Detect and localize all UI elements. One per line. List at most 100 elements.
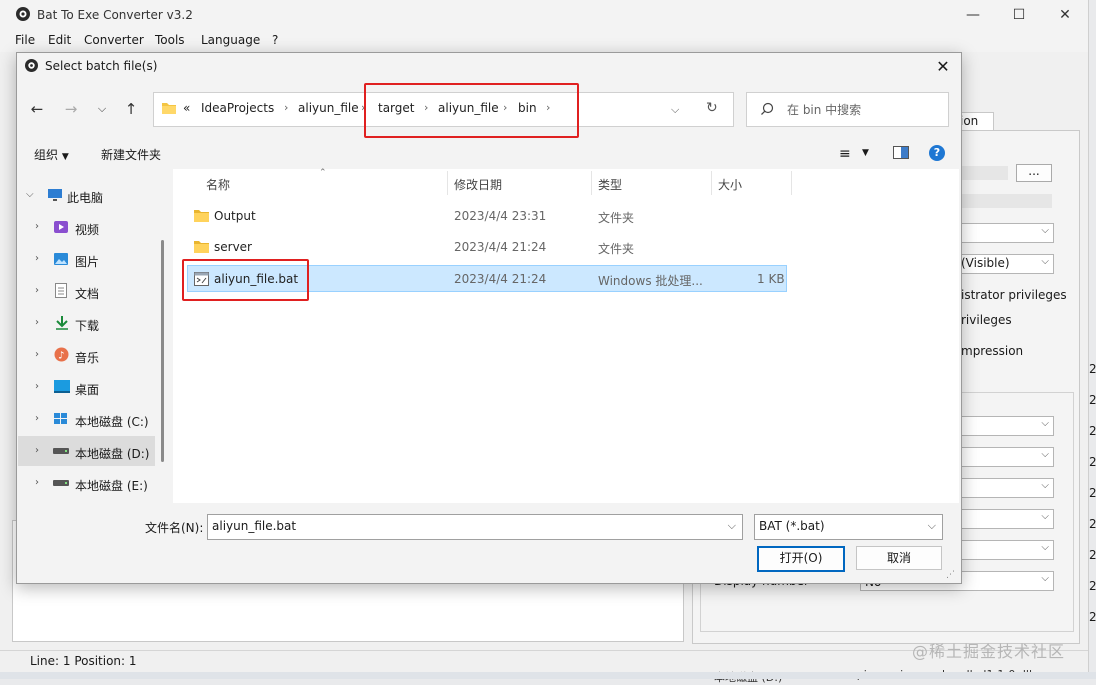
collapsed-chevron-icon[interactable]: › bbox=[35, 349, 39, 360]
open-button[interactable]: 打开(O) bbox=[757, 546, 845, 572]
menu-file[interactable]: File bbox=[15, 33, 35, 47]
collapsed-chevron-icon[interactable]: › bbox=[35, 253, 39, 264]
organize-menu[interactable]: 组织 ▼ bbox=[34, 146, 69, 163]
filetype-select[interactable]: BAT (*.bat) ⌵ bbox=[754, 514, 943, 540]
refresh-icon[interactable]: ↻ bbox=[706, 100, 718, 116]
column-divider[interactable] bbox=[791, 171, 792, 195]
filename-history-chevron-icon[interactable]: ⌵ bbox=[728, 519, 736, 533]
collapsed-chevron-icon[interactable]: › bbox=[35, 445, 39, 456]
app-title: Bat To Exe Converter v3.2 bbox=[37, 8, 193, 22]
file-row-server[interactable]: server 2023/4/4 21:24 文件夹 bbox=[187, 233, 787, 261]
collapsed-chevron-icon[interactable]: › bbox=[35, 285, 39, 296]
column-divider[interactable] bbox=[447, 171, 448, 195]
column-divider[interactable] bbox=[591, 171, 592, 195]
nav-label: 图片 bbox=[75, 255, 100, 269]
filename-input[interactable]: aliyun_file.bat ⌵ bbox=[207, 514, 743, 540]
nav-item-drive-e[interactable]: › 本地磁盘 (E:) bbox=[17, 469, 155, 499]
nav-label: 本地磁盘 (D:) bbox=[75, 447, 150, 461]
download-icon bbox=[55, 315, 69, 330]
expanded-chevron-icon[interactable]: ⌵ bbox=[26, 189, 34, 200]
breadcrumb-separator-icon[interactable]: › bbox=[284, 101, 288, 114]
nav-scrollbar[interactable] bbox=[161, 240, 164, 462]
menu-tools[interactable]: Tools bbox=[155, 33, 185, 47]
file-row-output[interactable]: Output 2023/4/4 23:31 文件夹 bbox=[187, 202, 787, 230]
collapsed-chevron-icon[interactable]: › bbox=[35, 221, 39, 232]
app-text-field[interactable] bbox=[956, 166, 1008, 180]
nav-label: 本地磁盘 (E:) bbox=[75, 479, 148, 493]
drive-c-icon bbox=[53, 412, 69, 426]
option-admin-privileges[interactable]: istrator privileges bbox=[961, 288, 1067, 302]
collapsed-chevron-icon[interactable]: › bbox=[35, 477, 39, 488]
column-type[interactable]: 类型 bbox=[598, 176, 622, 193]
nav-item-desktop[interactable]: › 桌面 bbox=[17, 373, 155, 403]
cancel-button[interactable]: 取消 bbox=[856, 546, 942, 570]
view-options-caret-icon[interactable]: ▼ bbox=[862, 148, 869, 158]
sort-up-icon: ⌃ bbox=[319, 168, 327, 178]
nav-item-music[interactable]: › ♪ 音乐 bbox=[17, 341, 155, 371]
up-arrow-icon[interactable]: ↑ bbox=[120, 98, 142, 120]
filetype-value: BAT (*.bat) bbox=[759, 519, 825, 533]
app-logo-icon bbox=[15, 6, 31, 22]
document-icon bbox=[55, 283, 67, 298]
collapsed-chevron-icon[interactable]: › bbox=[35, 413, 39, 424]
maximize-button[interactable]: ☐ bbox=[996, 0, 1042, 30]
column-date[interactable]: 修改日期 bbox=[454, 176, 502, 193]
option-privileges[interactable]: rivileges bbox=[961, 313, 1012, 327]
side-digit: 2 bbox=[1089, 486, 1096, 500]
nav-item-drive-c[interactable]: › 本地磁盘 (C:) bbox=[17, 405, 155, 435]
breadcrumb-overflow[interactable]: « bbox=[183, 101, 190, 115]
column-size[interactable]: 大小 bbox=[718, 176, 742, 193]
menu-language[interactable]: Language bbox=[201, 33, 260, 47]
address-history-chevron-icon[interactable]: ⌵ bbox=[671, 103, 679, 117]
breadcrumb-ideaprojects[interactable]: IdeaProjects bbox=[201, 101, 274, 115]
nav-item-downloads[interactable]: › 下载 bbox=[17, 309, 155, 339]
side-digit: 2 bbox=[1089, 393, 1096, 407]
organize-label: 组织 bbox=[34, 148, 59, 162]
column-divider[interactable] bbox=[711, 171, 712, 195]
status-position: Line: 1 Position: 1 bbox=[30, 654, 137, 668]
side-digit: 2 bbox=[1089, 579, 1096, 593]
app-close-button[interactable]: ✕ bbox=[1042, 0, 1088, 30]
nav-label: 下载 bbox=[75, 319, 100, 333]
side-digit: 2 bbox=[1089, 424, 1096, 438]
folder-icon bbox=[193, 209, 210, 223]
file-name: Output bbox=[214, 209, 256, 223]
minimize-button[interactable]: — bbox=[950, 0, 996, 30]
back-arrow-icon[interactable]: ← bbox=[26, 98, 48, 120]
dialog-title: Select batch file(s) bbox=[45, 59, 158, 73]
drive-icon bbox=[53, 479, 69, 487]
option-compression[interactable]: mpression bbox=[961, 344, 1023, 358]
menu-converter[interactable]: Converter bbox=[84, 33, 144, 47]
nav-item-videos[interactable]: › 视频 bbox=[17, 213, 155, 243]
collapsed-chevron-icon[interactable]: › bbox=[35, 317, 39, 328]
collapsed-chevron-icon[interactable]: › bbox=[35, 381, 39, 392]
file-date: 2023/4/4 23:31 bbox=[454, 209, 547, 223]
new-folder-button[interactable]: 新建文件夹 bbox=[101, 146, 161, 163]
side-digit: 2 bbox=[1089, 548, 1096, 562]
nav-label: 本地磁盘 (C:) bbox=[75, 415, 149, 429]
app-text-field[interactable] bbox=[956, 194, 1052, 208]
menu-help[interactable]: ? bbox=[272, 33, 278, 47]
nav-item-drive-d[interactable]: › 本地磁盘 (D:) bbox=[17, 437, 155, 467]
recent-locations-chevron-icon[interactable]: ⌵ bbox=[91, 98, 113, 120]
preview-pane-icon[interactable] bbox=[893, 146, 909, 159]
taskbar bbox=[0, 672, 1096, 679]
breadcrumb-aliyun-file[interactable]: aliyun_file bbox=[298, 101, 359, 115]
forward-arrow-icon[interactable]: → bbox=[60, 98, 82, 120]
nav-item-pictures[interactable]: › 图片 bbox=[17, 245, 155, 275]
nav-label: 文档 bbox=[75, 287, 100, 301]
picture-icon bbox=[54, 252, 68, 266]
drive-icon bbox=[53, 447, 69, 455]
file-name: server bbox=[214, 240, 252, 254]
resize-grip-icon[interactable]: ⋰ bbox=[946, 570, 955, 580]
dialog-close-button[interactable]: ✕ bbox=[930, 56, 956, 78]
nav-item-this-pc[interactable]: ⌵ 此电脑 bbox=[17, 181, 155, 211]
view-options-icon[interactable]: ≡ bbox=[839, 146, 851, 162]
menu-edit[interactable]: Edit bbox=[48, 33, 71, 47]
filetype-chevron-icon[interactable]: ⌵ bbox=[928, 519, 936, 533]
browse-button[interactable]: ... bbox=[1016, 164, 1052, 182]
column-name[interactable]: 名称 bbox=[206, 176, 230, 193]
nav-label: 此电脑 bbox=[67, 191, 104, 205]
nav-item-documents[interactable]: › 文档 bbox=[17, 277, 155, 307]
help-icon[interactable]: ? bbox=[929, 145, 945, 161]
